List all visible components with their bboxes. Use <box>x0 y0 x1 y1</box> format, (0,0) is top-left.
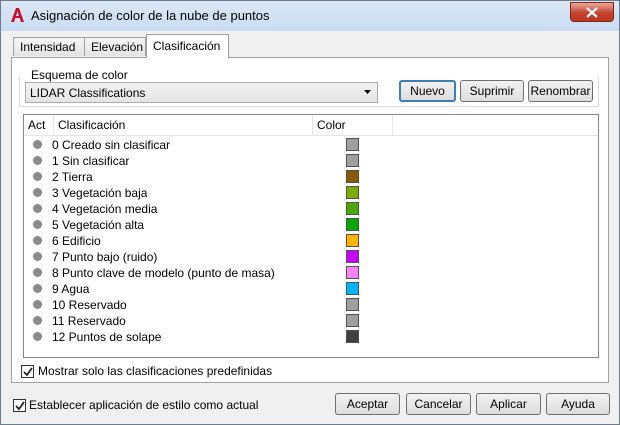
chevron-down-icon <box>364 90 371 94</box>
list-header: Act Clasificación Color <box>24 115 598 136</box>
list-item[interactable]: 3 Vegetación baja <box>24 185 598 201</box>
list-item[interactable]: 5 Vegetación alta <box>24 217 598 233</box>
classification-label: 4 Vegetación media <box>52 202 158 216</box>
set-current-checkbox[interactable] <box>13 399 26 412</box>
tab-label: Clasificación <box>153 39 221 53</box>
active-indicator-icon[interactable] <box>33 172 42 181</box>
list-item[interactable]: 0 Creado sin clasificar <box>24 137 598 153</box>
tab-intensidad[interactable]: Intensidad <box>13 37 85 56</box>
checkmark-icon <box>23 367 33 377</box>
help-button[interactable]: Ayuda <box>546 393 610 415</box>
autocad-a-icon <box>9 7 25 23</box>
list-item[interactable]: 2 Tierra <box>24 169 598 185</box>
title-bar[interactable]: Asignación de color de la nube de puntos <box>1 1 619 31</box>
classification-label: 10 Reservado <box>52 298 127 312</box>
column-header-classification[interactable]: Clasificación <box>54 115 313 135</box>
tab-elevacion[interactable]: Elevación <box>84 37 146 56</box>
color-scheme-selected: LIDAR Classifications <box>30 86 146 100</box>
color-swatch[interactable] <box>346 314 359 327</box>
dialog-window: Asignación de color de la nube de puntos… <box>0 0 620 425</box>
classification-label: 9 Agua <box>52 282 90 296</box>
active-indicator-icon[interactable] <box>33 268 42 277</box>
classification-label: 12 Puntos de solape <box>52 330 162 344</box>
close-icon <box>586 7 598 18</box>
active-indicator-icon[interactable] <box>33 252 42 261</box>
set-current-label: Establecer aplicación de estilo como act… <box>29 398 259 412</box>
apply-button[interactable]: Aplicar <box>476 393 541 415</box>
active-indicator-icon[interactable] <box>33 236 42 245</box>
column-header-active[interactable]: Act <box>24 115 54 135</box>
column-header-color[interactable]: Color <box>313 115 393 135</box>
classification-label: 2 Tierra <box>52 170 93 184</box>
color-swatch[interactable] <box>346 202 359 215</box>
classification-label: 3 Vegetación baja <box>52 186 148 200</box>
classification-label: 1 Sin clasificar <box>52 154 130 168</box>
classification-label: 5 Vegetación alta <box>52 218 145 232</box>
new-scheme-button[interactable]: Nuevo <box>399 80 456 102</box>
checkmark-icon <box>15 401 25 411</box>
dialog-client-area: Intensidad Elevación Clasificación Esque… <box>9 31 611 416</box>
active-indicator-icon[interactable] <box>33 156 42 165</box>
active-indicator-icon[interactable] <box>33 284 42 293</box>
color-swatch[interactable] <box>346 282 359 295</box>
classification-label: 7 Punto bajo (ruido) <box>52 250 158 264</box>
close-button[interactable] <box>570 2 614 22</box>
color-swatch[interactable] <box>346 298 359 311</box>
tab-label: Intensidad <box>20 40 76 54</box>
active-indicator-icon[interactable] <box>33 204 42 213</box>
list-item[interactable]: 7 Punto bajo (ruido) <box>24 249 598 265</box>
active-indicator-icon[interactable] <box>33 188 42 197</box>
active-indicator-icon[interactable] <box>33 140 42 149</box>
color-swatch[interactable] <box>346 138 359 151</box>
tab-label: Elevación <box>91 40 144 54</box>
list-item[interactable]: 1 Sin clasificar <box>24 153 598 169</box>
list-item[interactable]: 8 Punto clave de modelo (punto de masa) <box>24 265 598 281</box>
list-item[interactable]: 6 Edificio <box>24 233 598 249</box>
classification-label: 0 Creado sin clasificar <box>52 138 171 152</box>
color-scheme-dropdown[interactable]: LIDAR Classifications <box>25 82 378 103</box>
active-indicator-icon[interactable] <box>33 300 42 309</box>
color-swatch[interactable] <box>346 154 359 167</box>
classification-list[interactable]: Act Clasificación Color 0 Creado sin cla… <box>23 114 599 358</box>
delete-scheme-button[interactable]: Suprimir <box>460 80 524 102</box>
tab-clasificacion[interactable]: Clasificación <box>146 34 229 58</box>
accept-button[interactable]: Aceptar <box>335 393 400 415</box>
color-swatch[interactable] <box>346 218 359 231</box>
active-indicator-icon[interactable] <box>33 316 42 325</box>
show-predefined-label: Mostrar solo las clasificaciones predefi… <box>38 364 273 378</box>
cancel-button[interactable]: Cancelar <box>406 393 471 415</box>
color-scheme-label: Esquema de color <box>29 68 130 82</box>
color-swatch[interactable] <box>346 266 359 279</box>
classification-label: 11 Reservado <box>52 314 126 328</box>
classification-label: 8 Punto clave de modelo (punto de masa) <box>52 266 275 280</box>
list-item[interactable]: 10 Reservado <box>24 297 598 313</box>
color-swatch[interactable] <box>346 330 359 343</box>
window-title: Asignación de color de la nube de puntos <box>31 8 270 23</box>
active-indicator-icon[interactable] <box>33 332 42 341</box>
list-item[interactable]: 4 Vegetación media <box>24 201 598 217</box>
color-swatch[interactable] <box>346 234 359 247</box>
color-swatch[interactable] <box>346 170 359 183</box>
classification-label: 6 Edificio <box>52 234 101 248</box>
list-item[interactable]: 11 Reservado <box>24 313 598 329</box>
show-predefined-checkbox[interactable] <box>21 365 34 378</box>
color-swatch[interactable] <box>346 250 359 263</box>
active-indicator-icon[interactable] <box>33 220 42 229</box>
list-item[interactable]: 12 Puntos de solape <box>24 329 598 345</box>
color-swatch[interactable] <box>346 186 359 199</box>
list-item[interactable]: 9 Agua <box>24 281 598 297</box>
rename-scheme-button[interactable]: Renombrar <box>528 80 593 102</box>
